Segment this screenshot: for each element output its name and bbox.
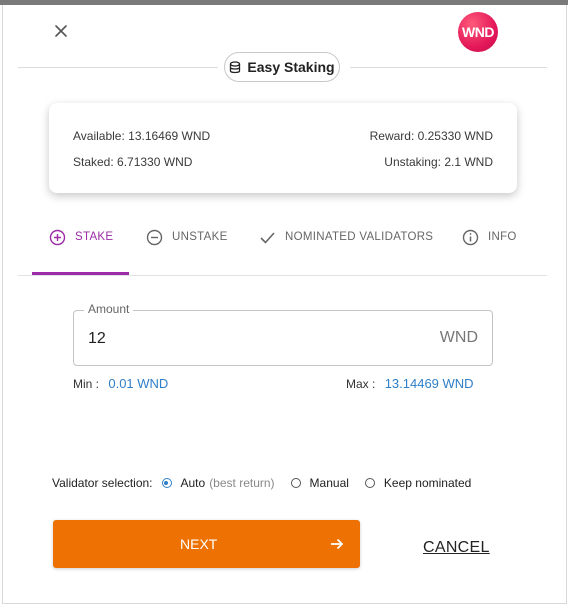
info-circle-icon bbox=[462, 229, 479, 246]
check-icon bbox=[260, 232, 275, 244]
staked-balance: Staked: 6.71330 WND bbox=[73, 155, 193, 169]
tab-stake-label: STAKE bbox=[75, 231, 114, 243]
max-value[interactable]: 13.14469 WND bbox=[385, 376, 474, 391]
radio-auto-label[interactable]: Auto bbox=[181, 476, 206, 490]
validator-selection: Validator selection: Auto (best return) … bbox=[52, 476, 471, 490]
radio-auto-hint: (best return) bbox=[209, 476, 275, 490]
logo-text: WND bbox=[462, 24, 494, 40]
close-icon[interactable] bbox=[52, 22, 70, 40]
cancel-button[interactable]: CANCEL bbox=[423, 539, 490, 557]
radio-manual-label[interactable]: Manual bbox=[310, 476, 349, 490]
pill-label: Easy Staking bbox=[247, 59, 335, 75]
tab-stake[interactable]: STAKE bbox=[49, 220, 113, 274]
validator-selection-label: Validator selection: bbox=[52, 476, 153, 490]
minus-circle-icon bbox=[146, 229, 163, 246]
min-label: Min : bbox=[73, 377, 100, 391]
amount-input[interactable]: 12 bbox=[88, 330, 106, 348]
tab-nominated-validators[interactable]: NOMINATED VALIDATORS bbox=[259, 220, 433, 274]
radio-manual[interactable] bbox=[290, 478, 301, 488]
radio-auto[interactable] bbox=[161, 478, 172, 488]
reward-balance: Reward: 0.25330 WND bbox=[369, 129, 493, 143]
arrow-right-icon bbox=[331, 538, 344, 550]
amount-unit: WND bbox=[439, 329, 478, 346]
available-balance: Available: 13.16469 WND bbox=[73, 129, 211, 143]
header-divider-left bbox=[18, 67, 218, 68]
amount-field[interactable]: Amount 12 WND bbox=[73, 302, 493, 366]
active-tab-indicator bbox=[32, 272, 129, 275]
unstaking-balance: Unstaking: 2.1 WND bbox=[384, 155, 493, 169]
min-value[interactable]: 0.01 WND bbox=[108, 376, 168, 391]
tab-unstake-label: UNSTAKE bbox=[172, 231, 228, 243]
tab-nominated-validators-label: NOMINATED VALIDATORS bbox=[285, 231, 434, 243]
plus-circle-icon bbox=[49, 229, 66, 246]
next-button[interactable]: NEXT bbox=[53, 520, 360, 568]
tab-info[interactable]: INFO bbox=[462, 220, 517, 274]
next-button-label: NEXT bbox=[180, 536, 218, 552]
header-divider-right bbox=[350, 67, 547, 68]
balance-card: Available: 13.16469 WND Staked: 6.71330 … bbox=[49, 103, 517, 193]
max-label: Max : bbox=[346, 377, 376, 391]
coins-icon bbox=[230, 60, 241, 73]
tab-unstake[interactable]: UNSTAKE bbox=[146, 220, 228, 274]
easy-staking-pill: Easy Staking bbox=[224, 52, 340, 82]
tab-info-label: INFO bbox=[488, 231, 517, 243]
max-limit: Max : 13.14469 WND bbox=[346, 376, 474, 391]
amount-label: Amount bbox=[84, 302, 134, 316]
chain-logo: WND bbox=[458, 12, 498, 52]
radio-keep-nominated-label[interactable]: Keep nominated bbox=[384, 476, 471, 490]
staking-tabs: STAKE UNSTAKE NOMINATED VALIDATORS INFO bbox=[18, 220, 547, 276]
min-limit: Min : 0.01 WND bbox=[73, 376, 168, 391]
radio-keep-nominated[interactable] bbox=[364, 478, 375, 488]
